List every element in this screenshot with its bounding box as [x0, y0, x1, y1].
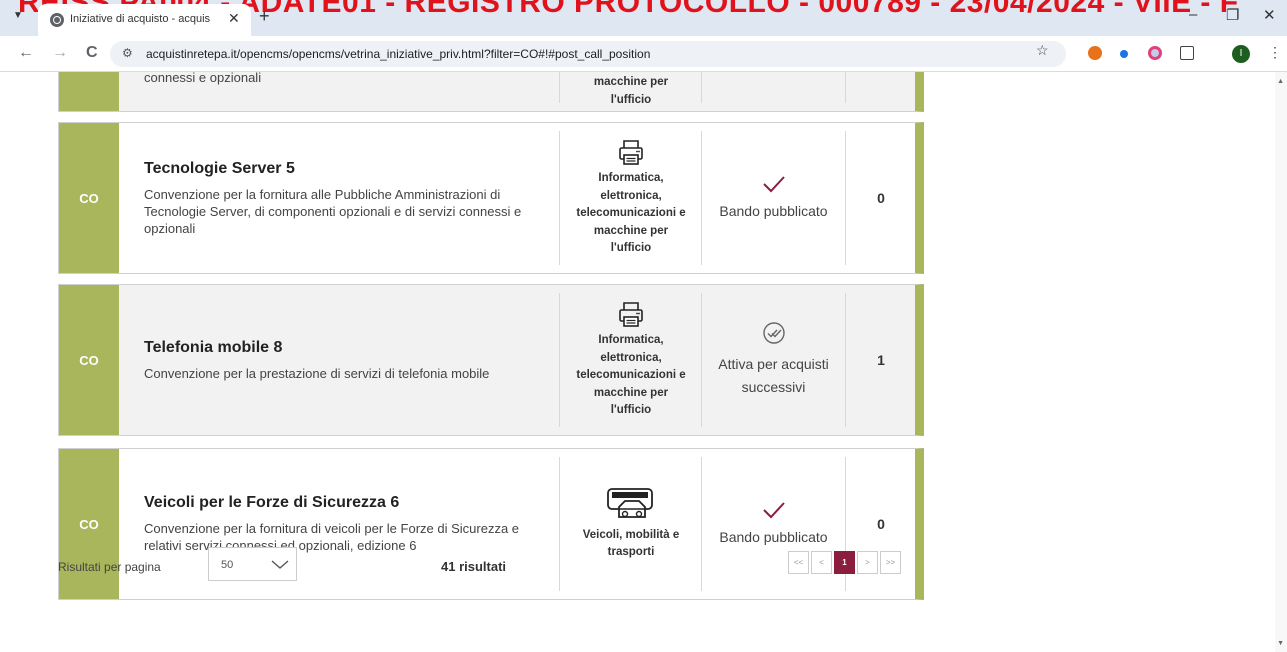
row-title[interactable]: Veicoli per le Forze di Sicurezza 6 [144, 494, 554, 512]
column-divider [845, 72, 846, 103]
page-1-button[interactable]: 1 [834, 551, 855, 574]
column-divider [559, 131, 560, 265]
column-divider [559, 72, 560, 103]
chevron-down-icon [271, 560, 289, 569]
page-viewport: connessi e opzionali macchine per l'uffi… [0, 72, 1287, 652]
row-category: Veicoli, mobilità e trasporti [561, 449, 701, 599]
row-code-badge: CO [59, 123, 119, 273]
results-per-page-label: Risultati per pagina [58, 560, 161, 574]
page-prev-button[interactable]: < [811, 551, 832, 574]
browser-toolbar: ← → C ⚙ acquistinretepa.it/opencms/openc… [0, 36, 1287, 72]
tab-search-chevron-icon[interactable]: ▼ [10, 10, 26, 26]
row-title[interactable]: Tecnologie Server 5 [144, 160, 554, 178]
browser-menu-icon[interactable]: ⋮ [1268, 44, 1282, 61]
row-description: Convenzione per la fornitura di veicoli … [144, 521, 520, 553]
restore-button[interactable]: ❐ [1226, 6, 1239, 24]
row-count: 1 [877, 352, 885, 368]
extension-orange-icon[interactable] [1088, 46, 1102, 60]
globe-icon [50, 13, 64, 27]
page-next-button[interactable]: > [857, 551, 878, 574]
category-label: Veicoli, mobilità e trasporti [582, 528, 680, 559]
column-divider [701, 72, 702, 103]
row-code-badge [59, 72, 119, 111]
list-item[interactable]: CO Veicoli per le Forze di Sicurezza 6 C… [58, 448, 924, 600]
extension-blue-dot-icon[interactable] [1120, 50, 1128, 58]
check-icon [762, 501, 785, 518]
row-description-block: Tecnologie Server 5 Convenzione per la f… [144, 123, 554, 273]
browser-tab-bar: REISS PA004 - ADATE01 - REGISTRO PROTOCO… [0, 0, 1287, 36]
row-category: Informatica, elettronica, telecomunicazi… [561, 285, 701, 435]
row-status: Bando pubblicato [702, 449, 845, 599]
bookmark-star-icon[interactable]: ☆ [1036, 42, 1049, 59]
category-label: Informatica, elettronica, telecomunicazi… [576, 334, 686, 417]
row-description: connessi e opzionali [144, 72, 262, 85]
profile-avatar[interactable]: I [1232, 45, 1250, 63]
check-icon [762, 175, 785, 192]
category-label: Informatica, elettronica, telecomunicazi… [576, 172, 686, 255]
status-text: Bando pubblicato [719, 202, 828, 219]
list-item[interactable]: CO Telefonia mobile 8 Convenzione per la… [58, 284, 924, 436]
row-count: 0 [877, 516, 885, 532]
column-divider [559, 457, 560, 591]
results-per-page-value: 50 [221, 559, 234, 571]
row-description-block: connessi e opzionali [144, 72, 554, 111]
back-button[interactable]: ← [18, 44, 34, 62]
category-label-line: macchine per [593, 76, 669, 88]
row-category: macchine per l'ufficio [561, 72, 701, 111]
close-window-button[interactable]: ✕ [1263, 6, 1276, 24]
page-scrollbar[interactable] [1275, 72, 1287, 652]
extension-lens-icon[interactable] [1148, 46, 1162, 60]
row-code-badge: CO [59, 285, 119, 435]
results-per-page-select[interactable]: 50 [208, 547, 297, 581]
reload-button[interactable]: C [86, 44, 98, 62]
forward-button[interactable]: → [52, 44, 68, 62]
list-item-partial[interactable]: connessi e opzionali macchine per l'uffi… [58, 72, 924, 112]
row-title[interactable]: Telefonia mobile 8 [144, 339, 554, 357]
address-bar[interactable]: ⚙ acquistinretepa.it/opencms/opencms/vet… [110, 41, 1066, 67]
pagination: << < 1 > >> [788, 551, 903, 574]
status-text: Bando pubblicato [719, 528, 828, 545]
tab-title: Iniziative di acquisto - acquisti [70, 13, 210, 25]
site-settings-icon[interactable]: ⚙ [122, 46, 133, 60]
list-item[interactable]: CO Tecnologie Server 5 Convenzione per l… [58, 122, 924, 274]
row-description: Convenzione per la fornitura alle Pubbli… [144, 186, 522, 236]
new-tab-button[interactable]: + [259, 6, 270, 27]
row-description-block: Veicoli per le Forze di Sicurezza 6 Conv… [144, 449, 554, 599]
scroll-up-arrow-icon[interactable]: ▲ [1277, 78, 1284, 85]
row-status: Bando pubblicato [702, 123, 845, 273]
scroll-down-arrow-icon[interactable]: ▼ [1277, 640, 1284, 647]
category-label-line: l'ufficio [610, 93, 652, 106]
extensions-puzzle-icon[interactable] [1180, 46, 1194, 60]
url-text[interactable]: acquistinretepa.it/opencms/opencms/vetri… [146, 47, 650, 61]
page-last-button[interactable]: >> [880, 551, 901, 574]
row-category: Informatica, elettronica, telecomunicazi… [561, 123, 701, 273]
browser-tab[interactable]: Iniziative di acquisto - acquisti ✕ [38, 4, 251, 36]
row-status: Attiva per acquisti successivi [702, 285, 845, 435]
row-description-block: Telefonia mobile 8 Convenzione per la pr… [144, 285, 554, 435]
status-text: Attiva per acquisti successivi [718, 356, 829, 395]
printer-icon [619, 140, 643, 166]
printer-icon [619, 302, 643, 328]
vehicles-icon [607, 487, 653, 518]
row-count: 0 [877, 190, 885, 206]
page-first-button[interactable]: << [788, 551, 809, 574]
minimize-button[interactable]: – [1189, 6, 1197, 23]
double-check-circle-icon [762, 322, 785, 344]
row-code-badge: CO [59, 449, 119, 599]
row-description: Convenzione per la prestazione di serviz… [144, 365, 490, 381]
column-divider [559, 293, 560, 427]
results-count: 41 risultati [441, 559, 507, 574]
tab-close-icon[interactable]: ✕ [228, 10, 240, 27]
